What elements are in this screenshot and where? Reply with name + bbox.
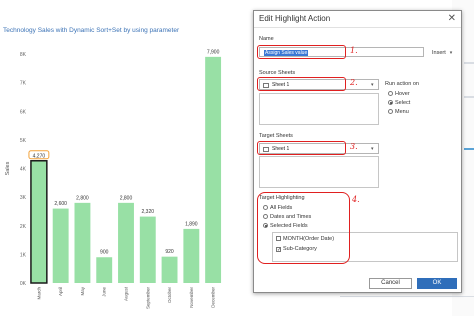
target-sheets-label: Target Sheets (259, 133, 293, 139)
annotation-outline (257, 141, 346, 155)
y-tick-label: 8K (20, 52, 27, 58)
background-divider (340, 296, 474, 297)
bar (118, 202, 134, 283)
chevron-down-icon: ▾ (371, 146, 374, 152)
annotation-outline (257, 77, 346, 91)
bar (96, 257, 113, 283)
run-action-label: Run action on (385, 81, 419, 87)
x-tick-label: May (80, 286, 85, 295)
run-option-select[interactable]: Select (388, 100, 410, 106)
cancel-button[interactable]: Cancel (369, 278, 412, 289)
bar-value-label: 920 (165, 249, 174, 255)
y-axis-title: Sales (5, 161, 11, 175)
x-tick-label: March (36, 287, 41, 300)
y-tick-label: 2K (20, 224, 27, 230)
dialog-title: Edit Highlight Action (259, 14, 331, 23)
bar-value-label: 4,270 (33, 153, 46, 159)
background-divider (464, 96, 474, 98)
bar (74, 202, 91, 283)
x-tick-label: August (124, 286, 129, 301)
edit-highlight-action-dialog: Edit Highlight Action ✕ Name Assign Sale… (253, 10, 462, 293)
y-tick-label: 7K (20, 81, 27, 87)
bar (161, 256, 178, 283)
insert-label: Insert (432, 50, 446, 56)
chart-title: Technology Sales with Dynamic Sort+Set b… (3, 27, 180, 34)
chevron-down-icon: ▾ (449, 50, 453, 56)
y-tick-label: 0K (20, 281, 27, 287)
y-tick-label: 5K (20, 138, 27, 144)
bar-chart: Sales 0K 1K 2K 3K 4K 5K 6K 7K 8K 4,270 March 2,600 Ap… (5, 49, 222, 310)
y-tick-label: 6K (20, 109, 27, 115)
annotation-number: 2. (350, 78, 358, 87)
annotation-outline (257, 45, 346, 59)
source-sheets-label: Source Sheets (259, 70, 296, 76)
bar-value-label: 2,800 (76, 195, 89, 201)
run-option-label: Menu (395, 109, 409, 115)
run-option-label: Select (395, 100, 411, 106)
dialog-titlebar: Edit Highlight Action ✕ (254, 11, 461, 28)
y-tick-label: 1K (20, 252, 27, 258)
annotation-number: 3. (350, 142, 358, 151)
x-tick-label: October (167, 287, 172, 304)
name-label: Name (259, 36, 274, 42)
radio-icon (388, 109, 393, 114)
annotation-number: 4. (352, 195, 360, 204)
ok-button[interactable]: OK (417, 278, 457, 289)
close-icon[interactable]: ✕ (448, 13, 456, 24)
bar (30, 160, 48, 284)
x-tick-label: December (211, 287, 216, 308)
bar-value-label: 7,900 (207, 49, 220, 55)
chevron-down-icon: ▾ (371, 82, 374, 88)
bar-value-label: 2,320 (142, 209, 155, 215)
bar-value-label: 2,800 (120, 195, 133, 201)
bar-value-label: 900 (100, 250, 109, 256)
x-tick-label: April (58, 287, 63, 296)
x-tick-label: November (189, 287, 194, 308)
bar-value-label: 1,890 (185, 221, 198, 227)
source-sheets-list[interactable] (259, 93, 379, 125)
run-option-hover[interactable]: Hover (388, 91, 410, 97)
annotation-number: 1. (350, 46, 358, 55)
radio-selected-icon (388, 100, 393, 105)
annotation-outline (257, 192, 350, 264)
bar (139, 216, 156, 283)
run-option-menu[interactable]: Menu (388, 109, 409, 115)
insert-dropdown[interactable]: Insert ▾ (432, 50, 452, 56)
y-tick-label: 4K (20, 167, 27, 173)
x-tick-label: June (102, 287, 107, 297)
radio-icon (388, 91, 393, 96)
bar (52, 208, 69, 283)
background-divider (464, 148, 474, 150)
target-sheets-list[interactable] (259, 156, 379, 188)
bar (205, 56, 222, 283)
y-tick-label: 3K (20, 195, 27, 201)
background-divider (464, 62, 474, 64)
run-option-label: Hover (395, 91, 410, 97)
bar-value-label: 2,600 (54, 201, 67, 207)
x-tick-label: September (145, 287, 150, 310)
bar (183, 228, 200, 283)
